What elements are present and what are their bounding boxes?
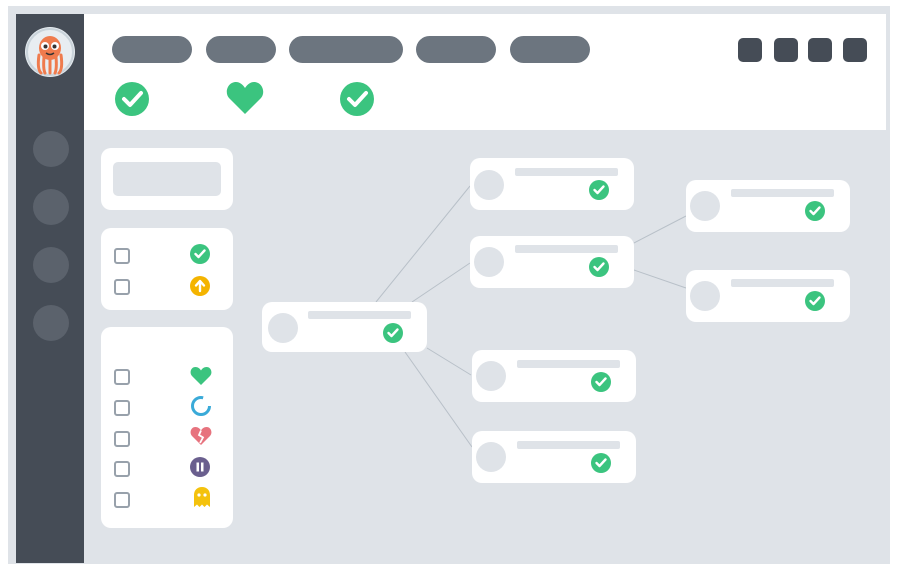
resource-kind-icon [474,170,504,200]
check-circle-icon [589,180,609,200]
resource-name-placeholder [517,360,620,368]
resource-name-placeholder [515,168,618,176]
resource-kind-icon [476,361,506,391]
resource-kind-icon [476,442,506,472]
resource-kind-icon [474,247,504,277]
resource-name-placeholder [515,245,618,253]
check-circle-icon [591,372,611,392]
resource-name-placeholder [731,189,834,197]
check-circle-icon [383,323,403,343]
resource-name-placeholder [308,311,411,319]
resource-kind-icon [268,313,298,343]
check-circle-icon [805,291,825,311]
resource-kind-icon [690,191,720,221]
resource-name-placeholder [731,279,834,287]
resource-name-placeholder [517,441,620,449]
resource-kind-icon [690,281,720,311]
check-circle-icon [591,453,611,473]
check-circle-icon [805,201,825,221]
check-circle-icon [589,257,609,277]
